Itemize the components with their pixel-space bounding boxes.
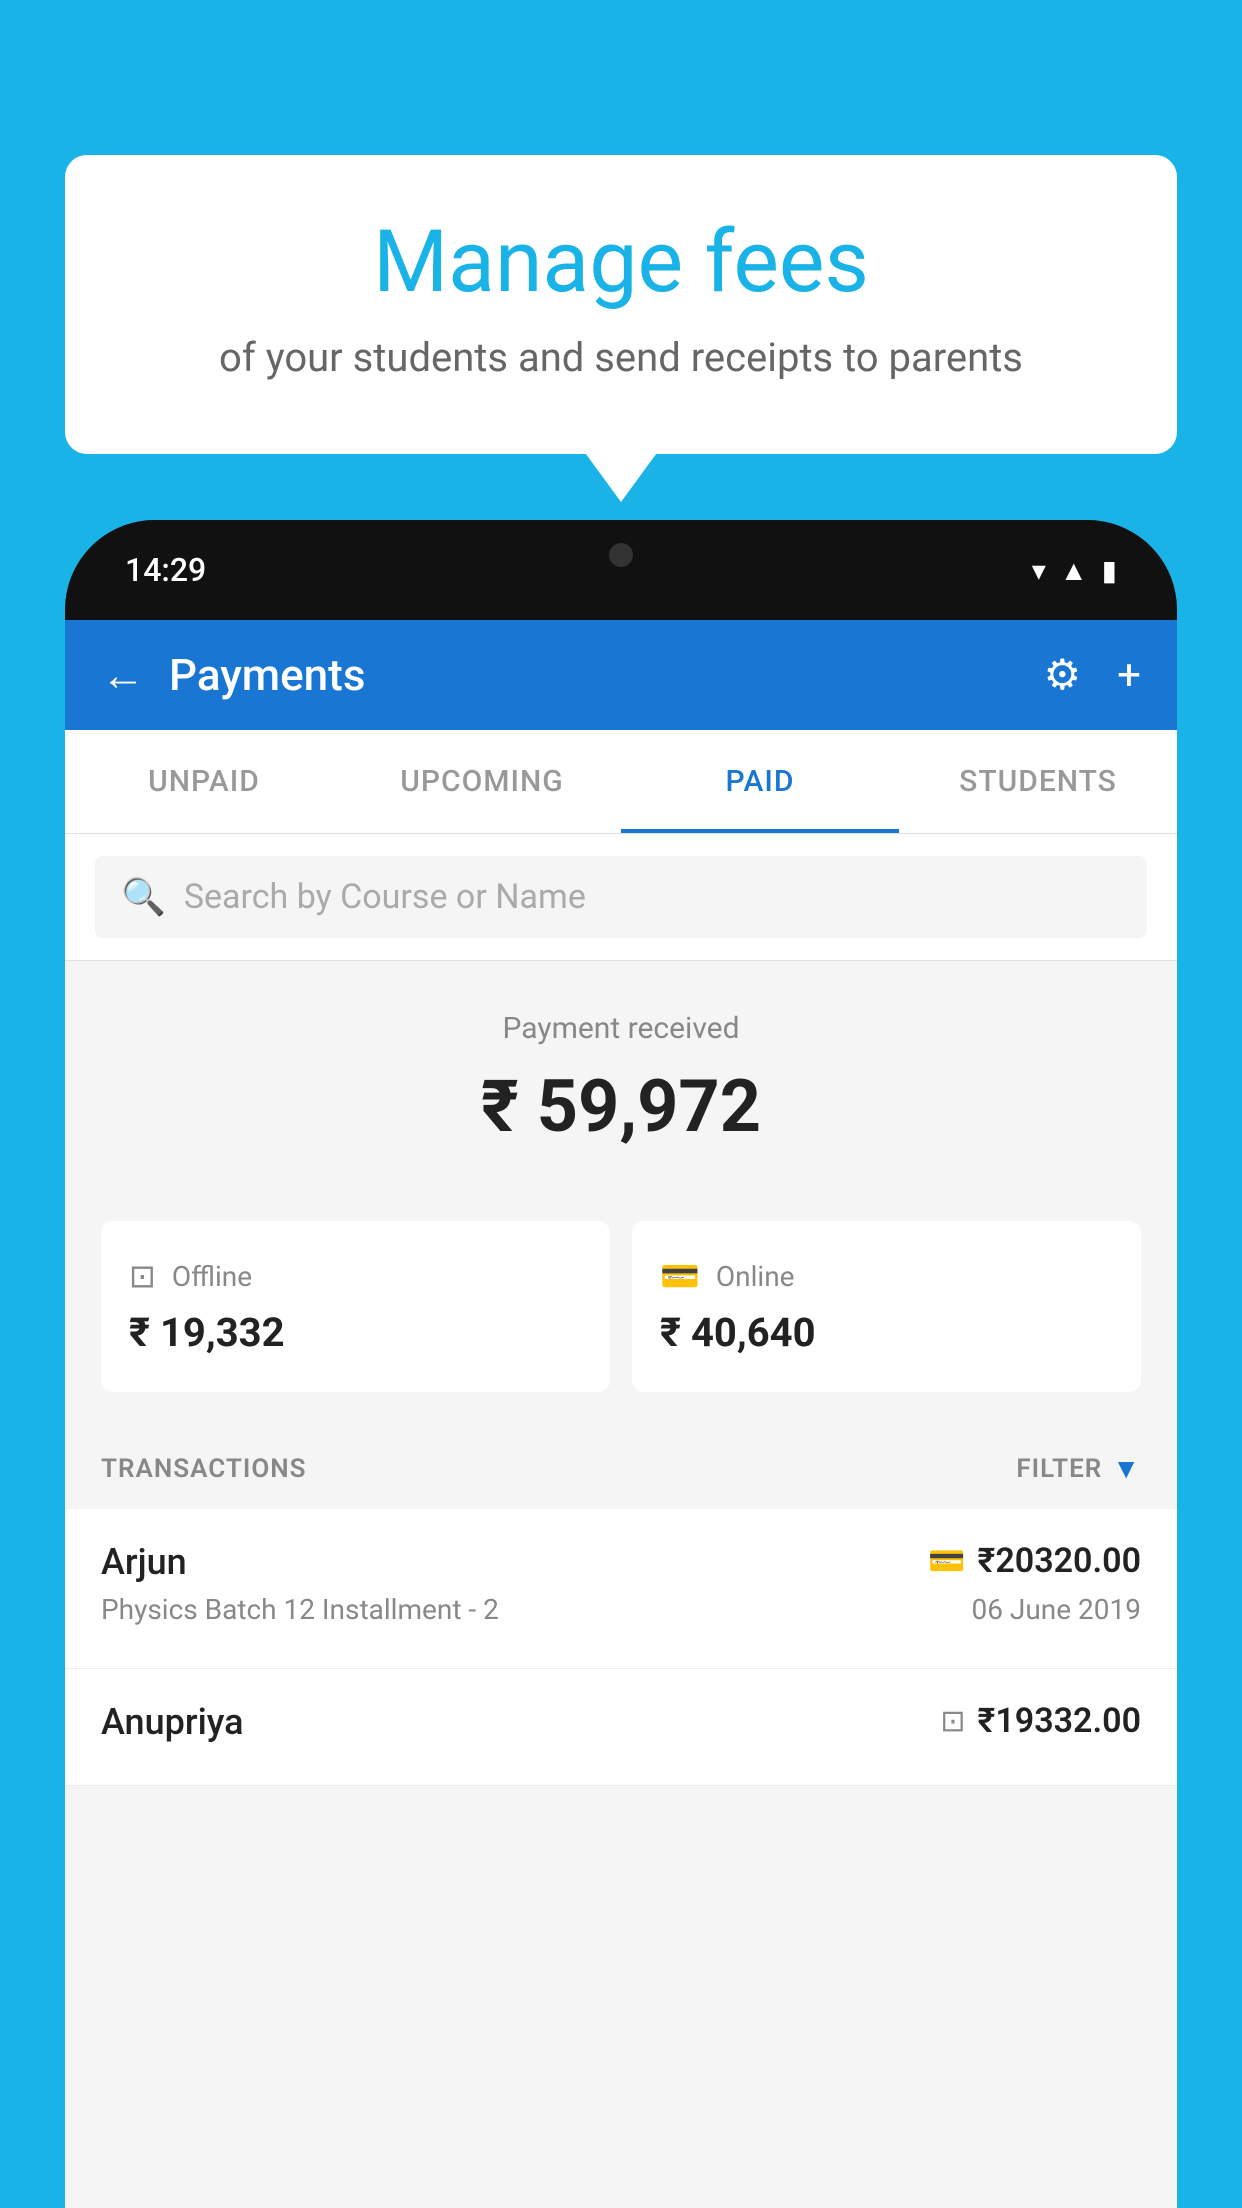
speech-bubble: Manage fees of your students and send re… xyxy=(65,155,1177,454)
offline-card: ⊡ Offline ₹ 19,332 xyxy=(101,1221,610,1392)
transaction-amount-row-1: 💳 ₹20320.00 xyxy=(928,1541,1141,1581)
transaction-amount-2: ₹19332.00 xyxy=(978,1701,1141,1741)
online-icon: 💳 xyxy=(660,1257,700,1295)
transaction-row-1: Arjun 💳 ₹20320.00 xyxy=(101,1541,1141,1583)
filter-icon: ▼ xyxy=(1112,1452,1141,1485)
transaction-row-2: Anupriya ⊡ ₹19332.00 xyxy=(101,1701,1141,1743)
bubble-title: Manage fees xyxy=(115,215,1127,310)
tab-students[interactable]: STUDENTS xyxy=(899,730,1177,833)
total-payment-amount: ₹ 59,972 xyxy=(101,1064,1141,1149)
bubble-subtitle: of your students and send receipts to pa… xyxy=(115,332,1127,384)
transactions-header: TRANSACTIONS FILTER ▼ xyxy=(65,1428,1177,1509)
transaction-detail-row-1: Physics Batch 12 Installment - 2 06 June… xyxy=(101,1593,1141,1626)
camera xyxy=(609,543,633,567)
transactions-label: TRANSACTIONS xyxy=(101,1454,307,1484)
settings-icon[interactable]: ⚙ xyxy=(1044,650,1082,700)
tab-upcoming[interactable]: UPCOMING xyxy=(343,730,621,833)
add-icon[interactable]: + xyxy=(1117,651,1141,700)
battery-icon: ▮ xyxy=(1102,554,1117,587)
search-icon: 🔍 xyxy=(121,876,166,918)
online-pay-icon-1: 💳 xyxy=(928,1544,965,1579)
online-amount: ₹ 40,640 xyxy=(660,1309,1113,1356)
offline-pay-icon-2: ⊡ xyxy=(940,1704,965,1739)
offline-amount: ₹ 19,332 xyxy=(129,1309,582,1356)
signal-icon: ▲ xyxy=(1060,554,1088,587)
transaction-course-1: Physics Batch 12 Installment - 2 xyxy=(101,1593,499,1626)
search-bar[interactable]: 🔍 Search by Course or Name xyxy=(95,856,1147,938)
payment-received-label: Payment received xyxy=(101,1011,1141,1046)
filter-button[interactable]: FILTER ▼ xyxy=(1016,1452,1141,1485)
status-icons: ▾ ▲ ▮ xyxy=(1032,554,1117,587)
offline-card-top: ⊡ Offline xyxy=(129,1257,582,1295)
payment-cards: ⊡ Offline ₹ 19,332 💳 Online ₹ 40,640 xyxy=(65,1221,1177,1428)
header-left: ← Payments xyxy=(101,649,365,701)
online-card: 💳 Online ₹ 40,640 xyxy=(632,1221,1141,1392)
transaction-item-2[interactable]: Anupriya ⊡ ₹19332.00 xyxy=(65,1669,1177,1786)
transaction-item[interactable]: Arjun 💳 ₹20320.00 Physics Batch 12 Insta… xyxy=(65,1509,1177,1669)
transaction-name-2: Anupriya xyxy=(101,1701,244,1743)
filter-label: FILTER xyxy=(1016,1454,1102,1484)
phone-time: 14:29 xyxy=(125,551,206,589)
wifi-icon: ▾ xyxy=(1032,554,1046,587)
online-card-top: 💳 Online xyxy=(660,1257,1113,1295)
tab-paid[interactable]: PAID xyxy=(621,730,899,833)
offline-label: Offline xyxy=(172,1260,252,1293)
tabs: UNPAID UPCOMING PAID STUDENTS xyxy=(65,730,1177,834)
tab-unpaid[interactable]: UNPAID xyxy=(65,730,343,833)
transaction-date-1: 06 June 2019 xyxy=(971,1593,1141,1626)
payment-summary: Payment received ₹ 59,972 xyxy=(65,961,1177,1221)
app-header: ← Payments ⚙ + xyxy=(65,620,1177,730)
app-screen: ← Payments ⚙ + UNPAID UPCOMING PAID STUD… xyxy=(65,620,1177,2208)
offline-icon: ⊡ xyxy=(129,1257,156,1295)
status-bar: 14:29 ▾ ▲ ▮ xyxy=(65,520,1177,620)
transaction-name-1: Arjun xyxy=(101,1541,187,1583)
search-input[interactable]: Search by Course or Name xyxy=(184,877,586,917)
online-label: Online xyxy=(716,1260,795,1293)
transaction-amount-row-2: ⊡ ₹19332.00 xyxy=(940,1701,1141,1741)
back-button[interactable]: ← xyxy=(101,649,145,701)
transaction-amount-1: ₹20320.00 xyxy=(978,1541,1141,1581)
phone-notch xyxy=(531,520,711,590)
phone-frame: 14:29 ▾ ▲ ▮ ← Payments ⚙ + UNPAID UPCOMI… xyxy=(65,520,1177,2208)
search-container: 🔍 Search by Course or Name xyxy=(65,834,1177,961)
header-right: ⚙ + xyxy=(1044,650,1142,700)
page-title: Payments xyxy=(169,649,365,701)
